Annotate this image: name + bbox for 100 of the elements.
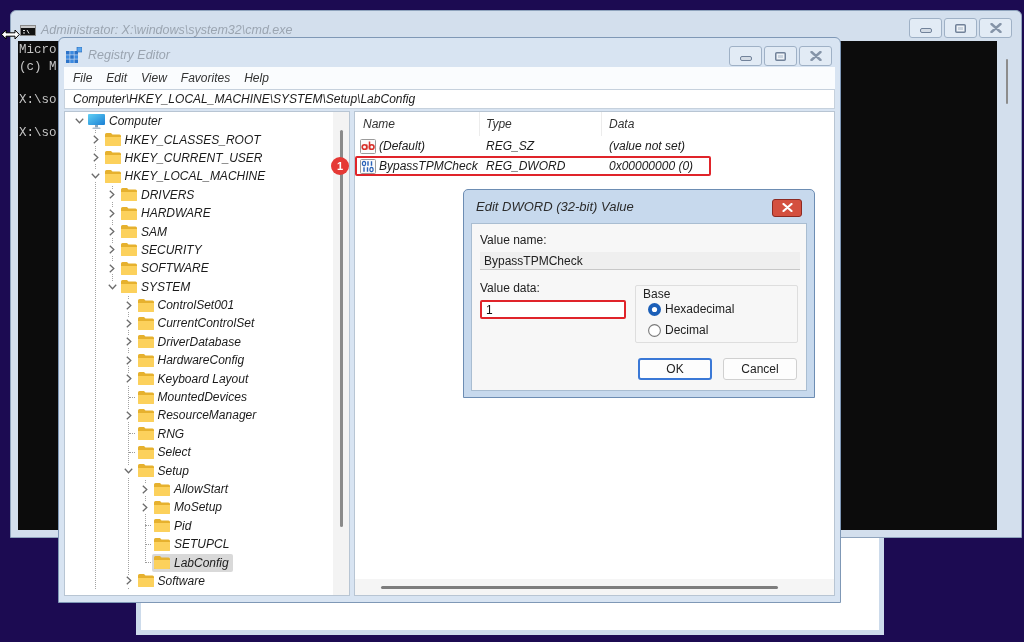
close-icon bbox=[781, 203, 793, 212]
chevron-icon[interactable] bbox=[109, 227, 115, 237]
value-name: (Default) bbox=[379, 138, 425, 155]
chevron-icon[interactable] bbox=[142, 502, 148, 512]
tree-item[interactable]: Software bbox=[135, 571, 209, 590]
folder-icon bbox=[104, 133, 121, 147]
chevron-icon[interactable] bbox=[125, 337, 132, 347]
tree-item[interactable]: MountedDevices bbox=[135, 388, 251, 407]
tree-item[interactable]: Computer bbox=[86, 112, 166, 131]
radio-icon[interactable] bbox=[648, 302, 661, 316]
chevron-icon[interactable] bbox=[125, 374, 132, 384]
folder-icon bbox=[137, 298, 154, 312]
tree-item[interactable]: LabConfig bbox=[152, 553, 233, 572]
dialog-button[interactable]: Cancel bbox=[723, 358, 797, 380]
tree-item[interactable]: HKEY_LOCAL_MACHINE bbox=[102, 167, 270, 186]
menu-item[interactable]: File bbox=[73, 69, 93, 87]
minimize-button[interactable] bbox=[909, 18, 942, 38]
menu-item[interactable]: Favorites bbox=[180, 69, 231, 87]
menu-item[interactable]: Edit bbox=[106, 69, 128, 87]
chevron-icon[interactable] bbox=[125, 355, 132, 365]
chevron-icon[interactable] bbox=[109, 245, 115, 255]
folder-icon bbox=[137, 445, 154, 459]
tree-item[interactable]: RNG bbox=[135, 424, 189, 443]
tree-item[interactable]: ResourceManager bbox=[135, 406, 261, 425]
value-name-field[interactable]: BypassTPMCheck bbox=[480, 252, 800, 270]
folder-icon bbox=[104, 169, 121, 183]
chevron-icon[interactable] bbox=[125, 576, 132, 586]
folder-icon bbox=[154, 537, 170, 551]
folder-icon bbox=[154, 519, 170, 533]
field-label: Value data: bbox=[480, 281, 540, 295]
window-title: Administrator: X:\windows\system32\cmd.exe bbox=[41, 23, 293, 38]
chevron-icon[interactable] bbox=[109, 208, 115, 218]
minimize-button[interactable] bbox=[729, 46, 762, 66]
folder-icon bbox=[154, 500, 170, 514]
group-label: Base bbox=[643, 287, 671, 301]
column-header[interactable]: Type bbox=[479, 112, 601, 136]
tree-item[interactable]: DRIVERS bbox=[119, 185, 199, 204]
tree-item[interactable]: ControlSet001 bbox=[135, 296, 239, 315]
tree-item[interactable]: SYSTEM bbox=[119, 277, 195, 296]
close-icon bbox=[989, 23, 1002, 33]
folder-icon bbox=[137, 335, 154, 349]
close-button[interactable] bbox=[772, 198, 802, 217]
dialog-title: Edit DWORD (32-bit) Value bbox=[476, 197, 634, 216]
chevron-icon[interactable] bbox=[109, 263, 115, 273]
console-line: Micro bbox=[19, 42, 57, 59]
value-name: BypassTPMCheck bbox=[379, 158, 478, 175]
chevron-icon[interactable] bbox=[91, 173, 100, 180]
tree-item[interactable]: Setup bbox=[135, 461, 193, 480]
tree-item[interactable]: SETUPCL bbox=[152, 535, 234, 554]
tree-item[interactable]: SOFTWARE bbox=[119, 259, 213, 278]
chevron-icon[interactable] bbox=[125, 319, 132, 328]
maximize-icon bbox=[775, 51, 786, 61]
field-label: Value name: bbox=[480, 233, 547, 247]
tree-item[interactable]: Keyboard Layout bbox=[135, 369, 253, 388]
menu-item[interactable]: Help bbox=[244, 69, 269, 87]
computer-icon bbox=[88, 113, 105, 129]
radio-option[interactable]: Hexadecimal bbox=[648, 302, 735, 316]
folder-icon bbox=[137, 372, 154, 386]
tree-item[interactable]: Select bbox=[135, 443, 195, 462]
minimize-icon bbox=[739, 55, 752, 61]
tree-item[interactable]: HARDWARE bbox=[119, 204, 215, 223]
value-type: REG_SZ bbox=[485, 138, 536, 155]
tree-item[interactable]: AllowStart bbox=[152, 480, 233, 498]
folder-icon bbox=[137, 353, 154, 367]
tree-item[interactable]: SECURITY bbox=[119, 240, 206, 259]
value-type: REG_DWORD bbox=[485, 158, 567, 175]
tree-item[interactable]: HKEY_CLASSES_ROOT bbox=[102, 130, 265, 149]
scrollbar-thumb[interactable] bbox=[339, 130, 343, 527]
tree-item[interactable]: SAM bbox=[119, 222, 171, 241]
maximize-button[interactable] bbox=[944, 18, 977, 38]
minimize-icon bbox=[919, 27, 932, 33]
chevron-icon[interactable] bbox=[92, 153, 99, 163]
tree-item[interactable]: Pid bbox=[152, 516, 196, 535]
scrollbar-thumb[interactable] bbox=[381, 585, 778, 589]
chevron-icon[interactable] bbox=[125, 410, 132, 420]
chevron-icon[interactable] bbox=[107, 283, 117, 290]
value-data-field[interactable]: 1 bbox=[480, 300, 626, 319]
menu-item[interactable]: View bbox=[141, 69, 167, 87]
radio-option[interactable]: Decimal bbox=[648, 323, 709, 337]
tree-item[interactable]: HardwareConfig bbox=[135, 351, 249, 370]
registry-icon bbox=[66, 47, 82, 63]
chevron-icon[interactable] bbox=[124, 467, 133, 474]
chevron-icon[interactable] bbox=[109, 190, 115, 200]
chevron-icon[interactable] bbox=[125, 300, 132, 310]
console-line: X:\so bbox=[19, 91, 57, 108]
dialog-button[interactable]: OK bbox=[638, 358, 712, 380]
chevron-icon[interactable] bbox=[142, 484, 148, 494]
scrollbar-thumb[interactable] bbox=[1006, 59, 1008, 104]
folder-icon bbox=[121, 225, 137, 239]
tree-item[interactable]: HKEY_CURRENT_USER bbox=[102, 148, 267, 167]
address-bar[interactable]: Computer\HKEY_LOCAL_MACHINE\SYSTEM\Setup\LabConfig bbox=[64, 89, 835, 109]
tree-item[interactable]: DriverDatabase bbox=[135, 332, 245, 351]
maximize-button[interactable] bbox=[764, 46, 797, 66]
column-header[interactable]: Name bbox=[355, 112, 479, 136]
radio-icon[interactable] bbox=[648, 323, 661, 337]
tree-item[interactable]: MoSetup bbox=[152, 498, 227, 517]
chevron-icon[interactable] bbox=[92, 135, 99, 145]
column-header[interactable]: Data bbox=[601, 112, 834, 136]
tree-item[interactable]: CurrentControlSet bbox=[135, 314, 259, 333]
chevron-icon[interactable] bbox=[74, 118, 84, 125]
